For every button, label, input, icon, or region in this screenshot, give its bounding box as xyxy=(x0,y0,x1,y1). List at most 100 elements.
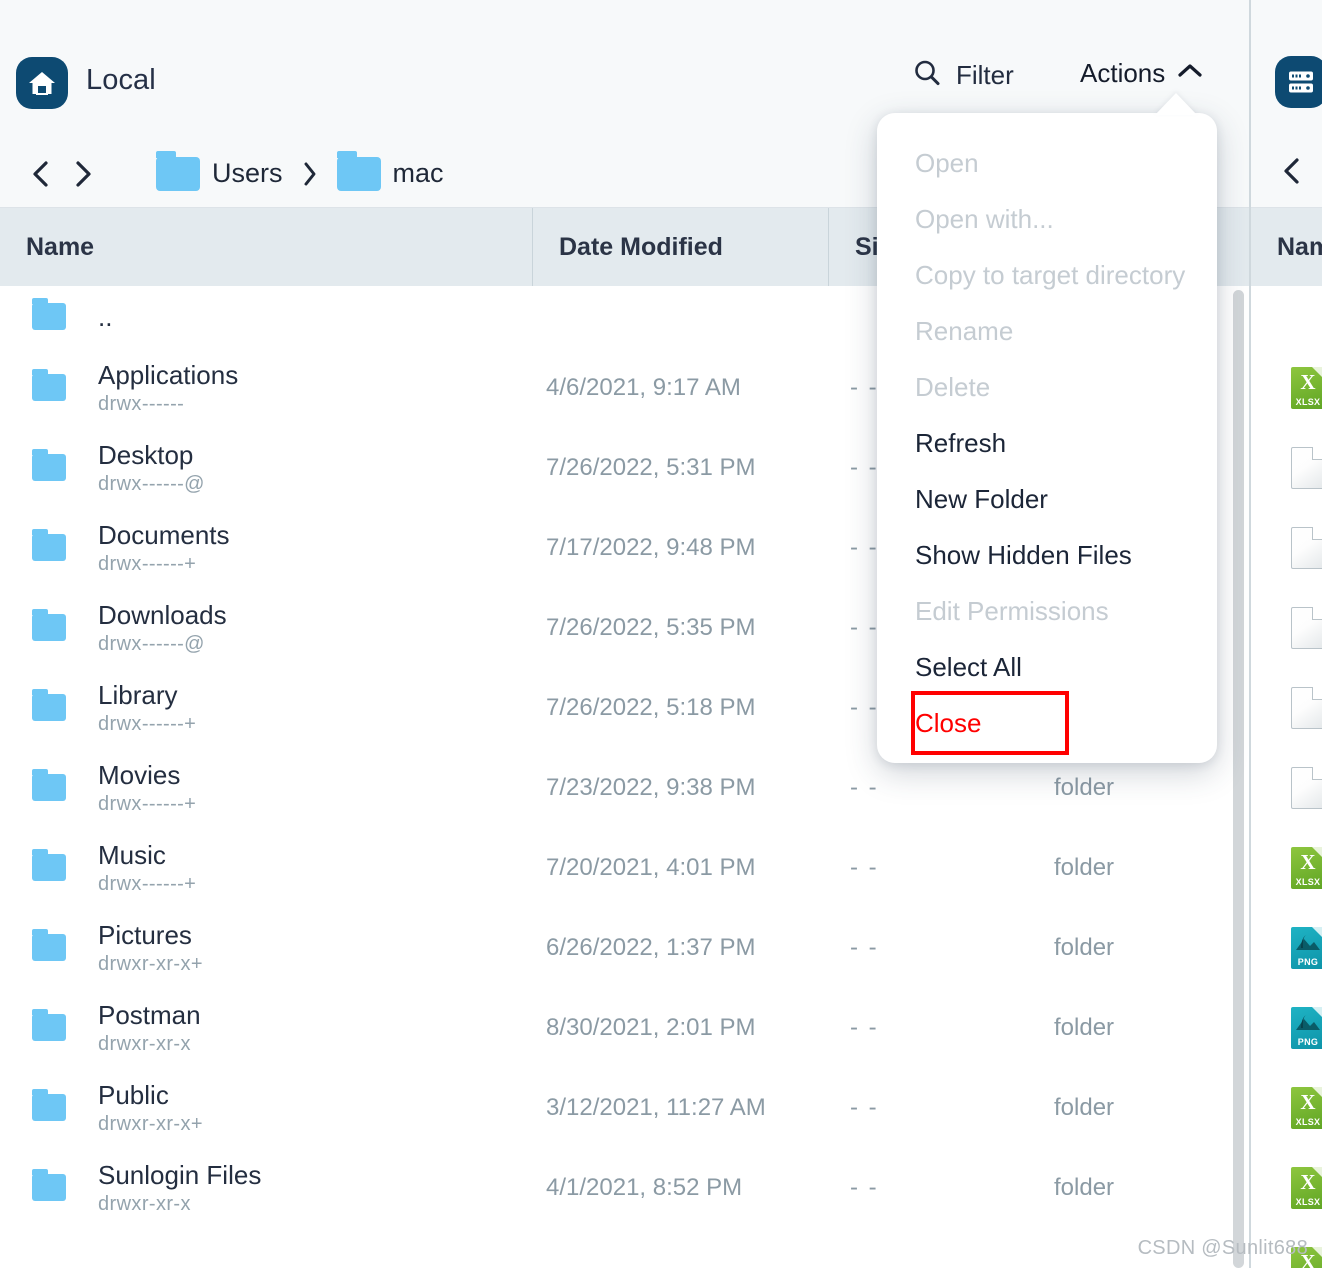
remote-table-row[interactable]: XXLSX xyxy=(1251,828,1322,908)
remote-table-row[interactable] xyxy=(1251,286,1322,348)
menu-item-new-folder[interactable]: New Folder xyxy=(877,471,1217,527)
file-date-modified: 7/26/2022, 5:18 PM xyxy=(546,694,756,721)
menu-item-refresh[interactable]: Refresh xyxy=(877,415,1217,471)
file-name: Library xyxy=(98,680,178,711)
actions-button[interactable]: Actions xyxy=(1080,58,1203,89)
file-permissions: drwxr-xr-x+ xyxy=(98,1112,203,1135)
remote-table-row[interactable] xyxy=(1251,428,1322,508)
menu-item-label: Delete xyxy=(915,371,991,402)
breadcrumb-item-users[interactable]: Users xyxy=(156,150,283,191)
document-file-icon xyxy=(1291,447,1322,489)
watermark: CSDN @Sunlit688 xyxy=(1137,1237,1308,1259)
remote-table-row[interactable] xyxy=(1251,588,1322,668)
png-file-icon: PNG xyxy=(1291,927,1322,969)
file-size: - - xyxy=(850,1174,879,1201)
file-size: - - xyxy=(850,934,879,961)
file-permissions: drwx------ xyxy=(98,392,185,415)
menu-item-rename: Rename xyxy=(877,303,1217,359)
file-date-modified: 4/6/2021, 9:17 AM xyxy=(546,374,741,401)
filter-button[interactable]: Filter xyxy=(912,58,1014,93)
file-name-cell[interactable]: Sunlogin Files drwxr-xr-x xyxy=(0,1161,532,1215)
table-row[interactable]: Sunlogin Files drwxr-xr-x 4/1/2021, 8:52 P… xyxy=(0,1148,1250,1228)
folder-icon xyxy=(32,929,66,962)
file-date-modified: 7/17/2022, 9:48 PM xyxy=(546,534,756,561)
file-name-cell[interactable]: Applications drwx------ xyxy=(0,360,532,415)
file-name: Desktop xyxy=(98,440,194,471)
remote-table-row[interactable]: XXLSX xyxy=(1251,348,1322,428)
file-name-cell[interactable]: Documents drwx------+ xyxy=(0,521,532,575)
table-row[interactable]: Postman drwxr-xr-x 8/30/2021, 2:01 PM - - fo… xyxy=(0,988,1250,1068)
folder-icon xyxy=(32,369,66,402)
remote-table-row[interactable] xyxy=(1251,668,1322,748)
file-name-cell[interactable]: Downloads drwx------@ xyxy=(0,601,532,655)
file-name-cell[interactable]: Public drwxr-xr-x+ xyxy=(0,1081,532,1135)
file-permissions: drwx------@ xyxy=(98,472,205,495)
nav-forward-button[interactable] xyxy=(62,153,104,195)
vertical-scrollbar[interactable] xyxy=(1233,290,1244,1268)
menu-item-label: Open xyxy=(915,147,979,178)
column-header-name[interactable]: Name xyxy=(0,208,532,286)
folder-icon xyxy=(32,1089,66,1122)
menu-item-open: Open xyxy=(877,135,1217,191)
menu-item-label: Show Hidden Files xyxy=(915,539,1132,570)
server-icon[interactable] xyxy=(1275,56,1322,108)
page-title: Local xyxy=(86,64,156,96)
remote-breadcrumb-bar xyxy=(1251,140,1322,208)
folder-icon xyxy=(156,150,200,191)
menu-item-delete: Delete xyxy=(877,359,1217,415)
file-name: Music xyxy=(98,840,166,871)
actions-label: Actions xyxy=(1080,58,1166,88)
file-name-cell[interactable]: Desktop drwx------@ xyxy=(0,440,532,495)
file-kind: folder xyxy=(1054,854,1115,881)
menu-item-show-hidden-files[interactable]: Show Hidden Files xyxy=(877,527,1217,583)
file-name: Applications xyxy=(98,360,239,391)
document-file-icon xyxy=(1291,687,1322,729)
nav-back-button[interactable] xyxy=(20,153,62,195)
menu-item-copy-to-target-directory: Copy to target directory xyxy=(877,247,1217,303)
file-name-cell[interactable]: Movies drwx------+ xyxy=(0,760,532,815)
file-date-modified: 7/26/2022, 5:31 PM xyxy=(546,454,756,481)
breadcrumb-item-mac[interactable]: mac xyxy=(336,150,444,191)
home-icon[interactable] xyxy=(16,57,68,109)
search-icon xyxy=(912,58,942,93)
remote-table-row[interactable]: PNG xyxy=(1251,988,1322,1068)
file-manager-window: Local Filter Actions Users mac Name Date… xyxy=(0,0,1322,1268)
remote-table-row[interactable] xyxy=(1251,748,1322,828)
menu-item-label: Refresh xyxy=(915,427,1007,458)
remote-table-row[interactable]: XXLSX xyxy=(1251,1068,1322,1148)
table-row[interactable]: Music drwx------+ 7/20/2021, 4:01 PM - - fol… xyxy=(0,828,1250,908)
file-name: Movies xyxy=(98,760,181,791)
file-kind: folder xyxy=(1054,934,1115,961)
file-name-cell[interactable]: .. xyxy=(0,298,532,331)
folder-icon xyxy=(336,150,381,191)
menu-item-select-all[interactable]: Select All xyxy=(877,639,1217,695)
file-name-cell[interactable]: Postman drwxr-xr-x xyxy=(0,1001,532,1055)
file-name-cell[interactable]: Pictures drwxr-xr-x+ xyxy=(0,921,532,975)
remote-file-panel: Nam XXLSXXXLSXPNGPNGXXLSXXXLSXXXLSX xyxy=(1251,0,1322,1268)
remote-table-row[interactable]: PNG xyxy=(1251,908,1322,988)
column-header-date-modified[interactable]: Date Modified xyxy=(532,208,828,286)
file-kind: folder xyxy=(1054,1174,1115,1201)
folder-icon xyxy=(32,1169,66,1202)
table-row[interactable]: Public drwxr-xr-x+ 3/12/2021, 11:27 AM - - f… xyxy=(0,1068,1250,1148)
file-name-cell[interactable]: Library drwx------+ xyxy=(0,680,532,735)
menu-item-close[interactable]: Close xyxy=(911,691,1069,755)
folder-icon xyxy=(32,849,66,882)
menu-item-label: Select All xyxy=(915,651,1022,682)
folder-icon xyxy=(32,769,66,802)
png-file-icon: PNG xyxy=(1291,1007,1322,1049)
file-date-modified: 6/26/2022, 1:37 PM xyxy=(546,934,756,961)
menu-item-edit-permissions: Edit Permissions xyxy=(877,583,1217,639)
file-kind: folder xyxy=(1054,774,1115,801)
file-date-modified: 3/12/2021, 11:27 AM xyxy=(546,1094,766,1121)
table-row[interactable]: Pictures drwxr-xr-x+ 6/26/2022, 1:37 PM - -… xyxy=(0,908,1250,988)
xlsx-file-icon: XXLSX xyxy=(1291,1087,1322,1129)
chevron-left-icon[interactable] xyxy=(1281,156,1303,191)
remote-table-row[interactable]: XXLSX xyxy=(1251,1148,1322,1228)
file-name-cell[interactable]: Music drwx------+ xyxy=(0,840,532,895)
remote-toolbar xyxy=(1251,0,1322,140)
file-date-modified: 4/1/2021, 8:52 PM xyxy=(546,1174,743,1201)
file-permissions: drwx------+ xyxy=(98,792,197,815)
remote-column-header-name[interactable]: Nam xyxy=(1251,208,1322,286)
remote-table-row[interactable] xyxy=(1251,508,1322,588)
